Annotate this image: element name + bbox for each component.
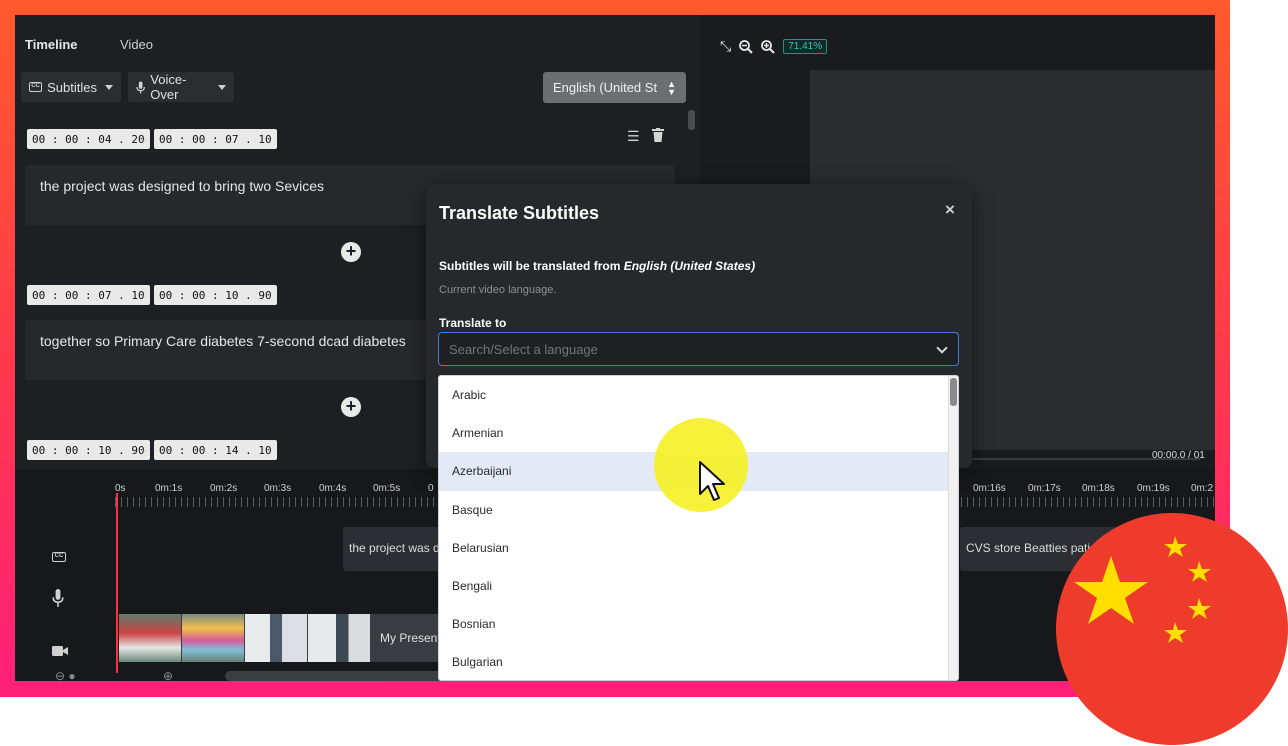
- time-separator: -: [143, 443, 147, 457]
- zoom-level-badge: 71.41%: [783, 39, 828, 54]
- subtitle-list-scrollbar[interactable]: [688, 110, 695, 130]
- zoom-controls: ⤡ 71.41%: [720, 38, 828, 55]
- modal-title: Translate Subtitles: [439, 203, 600, 223]
- ruler-label: 0m:19s: [1137, 483, 1170, 494]
- ruler-label: 0m:4s: [319, 483, 347, 494]
- language-search-input[interactable]: [438, 332, 959, 366]
- zoom-in-icon[interactable]: [761, 39, 775, 54]
- language-option[interactable]: Arabic: [439, 376, 958, 414]
- zoom-out-icon[interactable]: [739, 39, 753, 54]
- time-separator: -: [143, 132, 147, 146]
- video-track-icon: [52, 646, 68, 656]
- language-option[interactable]: Bulgarian: [439, 643, 958, 680]
- subtitle-start-time[interactable]: 00 : 00 : 07 . 10: [27, 285, 150, 305]
- subtitle-clip-text: the project was d: [349, 541, 440, 555]
- language-option[interactable]: Bosnian: [439, 605, 958, 643]
- subtitle-text: the project was designed to bring two Se…: [40, 178, 325, 194]
- china-flag-icon: [1056, 513, 1288, 745]
- add-subtitle-button[interactable]: +: [341, 242, 361, 262]
- subtitle-row-actions: ☰: [627, 128, 664, 145]
- closed-captions-icon: CC: [29, 82, 43, 92]
- sliders-icon[interactable]: ☰: [627, 128, 640, 145]
- video-thumbnail: [308, 614, 370, 662]
- ruler-label: 0m:18s: [1082, 483, 1115, 494]
- time-separator: -: [143, 288, 147, 302]
- fit-screen-icon[interactable]: ⤡: [720, 38, 731, 55]
- microphone-icon: [136, 80, 145, 94]
- subtitle-start-time[interactable]: 00 : 00 : 04 . 20: [27, 129, 150, 149]
- timeline-scrollbar[interactable]: [225, 671, 445, 681]
- subtitle-end-time[interactable]: 00 : 00 : 07 . 10: [154, 129, 277, 149]
- panel-tabs: Timeline Video: [15, 15, 700, 71]
- ruler-label: 0m:5s: [373, 483, 401, 494]
- mouse-pointer-icon: [699, 461, 725, 501]
- video-clip-label: My Present: [380, 631, 441, 645]
- ruler-label: 0m:3s: [264, 483, 292, 494]
- add-subtitle-button[interactable]: +: [341, 397, 361, 417]
- preview-time: 00:00.0 / 01: [1152, 450, 1205, 461]
- source-prefix: Subtitles will be translated from: [439, 259, 621, 273]
- subtitles-dropdown-button[interactable]: CC Subtitles: [21, 72, 121, 102]
- playhead[interactable]: [116, 493, 118, 673]
- video-thumbnail: [119, 614, 181, 662]
- video-language-select[interactable]: English (United St ▲ ▼: [543, 72, 686, 103]
- ruler-label: 0m:1s: [155, 483, 183, 494]
- caret-down-icon: [218, 84, 226, 90]
- subtitle-end-time[interactable]: 00 : 00 : 14 . 10: [154, 440, 277, 460]
- ruler-label: 0m:2: [1191, 483, 1214, 494]
- video-thumbnail: [245, 614, 307, 662]
- translation-source-text: Subtitles will be translated from Englis…: [439, 259, 755, 273]
- close-icon[interactable]: ×: [945, 200, 955, 220]
- timeline-zoom-in-icon[interactable]: ⊕: [163, 669, 173, 681]
- tab-timeline[interactable]: Timeline: [25, 37, 78, 52]
- language-option[interactable]: Bengali: [439, 567, 958, 605]
- ruler-label: 0m:17s: [1028, 483, 1061, 494]
- ruler-label: 0m:2s: [210, 483, 238, 494]
- voiceover-label: Voice-Over: [150, 72, 187, 102]
- subtitles-label: Subtitles: [47, 79, 97, 95]
- trash-icon[interactable]: [651, 128, 664, 142]
- video-thumbnail: [182, 614, 244, 662]
- caret-down-icon: [105, 84, 113, 90]
- dropdown-scrollbar[interactable]: [948, 376, 958, 680]
- voiceover-dropdown-button[interactable]: Voice-Over: [128, 72, 234, 102]
- translate-to-label: Translate to: [439, 316, 507, 330]
- select-arrows-icon: ▲ ▼: [667, 78, 676, 97]
- ruler-label: 0m:16s: [973, 483, 1006, 494]
- voiceover-track-icon: [52, 589, 64, 607]
- subtitle-text: together so Primary Care diabetes 7-seco…: [40, 333, 406, 349]
- ruler-label: 0: [428, 483, 434, 494]
- dropdown-scrollbar-thumb[interactable]: [950, 378, 957, 406]
- timeline-zoom-icon[interactable]: ⊖ ●: [55, 669, 76, 681]
- source-hint: Current video language.: [439, 284, 557, 296]
- subtitles-track-icon: CC: [52, 544, 66, 562]
- source-language: English (United States): [623, 259, 756, 273]
- video-language-value: English (United St: [553, 80, 658, 95]
- language-option[interactable]: Belarusian: [439, 529, 958, 567]
- subtitle-end-time[interactable]: 00 : 00 : 10 . 90: [154, 285, 277, 305]
- subtitle-start-time[interactable]: 00 : 00 : 10 . 90: [27, 440, 150, 460]
- tab-video[interactable]: Video: [120, 37, 153, 52]
